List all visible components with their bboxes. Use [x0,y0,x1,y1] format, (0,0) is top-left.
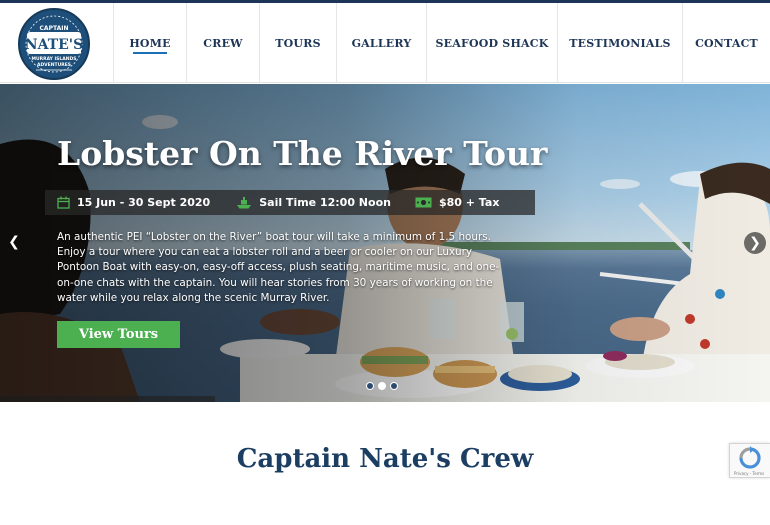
nav-gallery-label: GALLERY [351,36,412,50]
calendar-icon [57,196,70,209]
slider-dot-2[interactable] [378,382,386,390]
nav-contact-label: CONTACT [695,36,758,50]
nav-testimonials[interactable]: TESTIMONIALS [557,3,682,83]
view-tours-button[interactable]: View Tours [57,321,180,348]
tour-info-bar: 15 Jun - 30 Sept 2020 Sail Time 12:00 No… [45,190,535,215]
main-nav: HOME CREW TOURS GALLERY SEAFOOD SHACK TE… [113,3,770,83]
money-icon [415,197,432,208]
recaptcha-icon [739,446,761,469]
slider-dot-1[interactable] [366,382,374,390]
tour-price: $80 + Tax [415,196,499,209]
tour-sail-time-text: Sail Time 12:00 Noon [259,196,391,209]
nav-crew[interactable]: CREW [186,3,259,83]
nav-contact[interactable]: CONTACT [682,3,770,83]
nav-crew-label: CREW [203,36,243,50]
svg-text:CAPTAIN: CAPTAIN [40,25,69,32]
recaptcha-footer[interactable]: Privacy - Terms [734,471,764,476]
next-slide-arrow-icon[interactable]: ❯ [744,232,766,254]
nav-seafood-shack[interactable]: SEAFOOD SHACK [426,3,557,83]
tour-dates: 15 Jun - 30 Sept 2020 [57,196,210,209]
tour-price-text: $80 + Tax [438,196,500,209]
tour-dates-text: 15 Jun - 30 Sept 2020 [77,196,211,209]
svg-text:NATE'S: NATE'S [25,37,83,53]
captain-nates-logo[interactable]: CAPTAIN NATE'S MURRAY ISLANDS ADVENTURES [14,7,94,81]
hero-description: An authentic PEI “Lobster on the River” … [57,231,500,304]
prev-slide-arrow-icon[interactable]: ❮ [2,232,26,252]
nav-testimonials-label: TESTIMONIALS [569,36,671,50]
boat-icon [237,196,252,208]
slider-dots [366,382,402,390]
slider-dot-3[interactable] [390,382,398,390]
hero-title: Lobster On The River Tour [57,134,548,173]
nav-seafood-shack-label: SEAFOOD SHACK [435,36,549,50]
nav-home-label: HOME [129,36,171,50]
site-header: CAPTAIN NATE'S MURRAY ISLANDS ADVENTURES… [0,3,770,83]
nav-tours[interactable]: TOURS [259,3,336,83]
tour-sail-time: Sail Time 12:00 Noon [236,196,391,209]
nav-gallery[interactable]: GALLERY [336,3,426,83]
hero-slider: Lobster On The River Tour 15 Jun - 30 Se… [0,84,770,402]
nav-home[interactable]: HOME [113,3,186,83]
nav-tours-label: TOURS [275,36,321,50]
svg-text:MURRAY ISLANDS: MURRAY ISLANDS [32,56,77,62]
recaptcha-badge[interactable]: Privacy - Terms [729,443,770,478]
svg-text:ADVENTURES: ADVENTURES [37,62,71,68]
crew-section-title: Captain Nate's Crew [236,444,534,474]
